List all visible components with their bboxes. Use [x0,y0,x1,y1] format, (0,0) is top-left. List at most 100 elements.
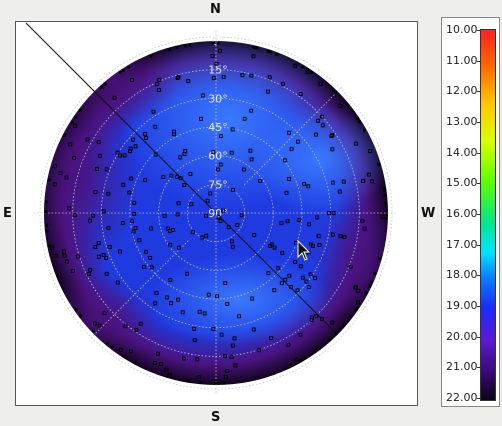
rim-sample-point [44,200,48,204]
west-label: W [421,206,436,221]
altitude-label: 30° [208,92,228,105]
colorbar-tick-label: 16.00 [446,207,478,220]
rim-sample-point [310,70,314,74]
altitude-label: 90° [208,207,228,220]
rim-sample-point [334,331,338,335]
dark-region-northeast [44,41,180,130]
rim-sample-point [254,376,258,380]
rim-sample-point [362,128,366,132]
rim-sample-point [74,308,78,312]
rim-sample-point [369,280,373,284]
rim-sample-point [47,178,51,182]
south-label: S [211,410,221,425]
rim-sample-point [47,244,51,248]
rim-sample-point [368,284,372,288]
rim-sample-point [252,45,256,49]
rim-sample-point [354,308,358,312]
rim-sample-point [127,65,131,69]
colorbar-tick-mark [477,91,481,93]
rim-sample-point [222,381,226,385]
rim-sample-point [187,379,191,383]
rim-sample-point [91,329,95,333]
rim-sample-point [216,41,220,45]
rim-sample-point [183,44,187,48]
rim-sample-point [298,359,302,363]
rim-sample-point [272,371,276,375]
rim-sample-point [338,327,342,331]
sky-brightness-plot: 0°15°30°45°60°75°90° [25,22,398,395]
colorbar-tick-mark [477,398,481,399]
rim-sample-point [275,52,279,56]
altitude-label: 0° [212,35,225,48]
east-label: E [3,206,12,221]
rim-sample-point [167,48,171,52]
north-label: N [210,2,221,17]
rim-sample-point [269,50,273,54]
rim-sample-point [123,355,127,359]
rim-sample-point [289,363,293,367]
rim-sample-point [183,378,187,382]
colorbar-tick-label: 22.00 [446,391,478,404]
colorbar-tick-mark [477,122,481,123]
rim-sample-point [110,345,114,349]
dark-region-southwest [310,200,388,320]
rim-sample-point [317,346,321,350]
rim-sample-point [373,271,377,275]
colorbar [480,29,496,401]
colorbar-tick-mark [477,214,481,215]
rim-sample-point [327,338,331,342]
colorbar-tick-label: 12.00 [446,84,478,98]
rim-sample-point [378,257,382,261]
colorbar-tick-label: 10.00 [446,23,478,36]
rim-sample-point [63,133,67,137]
colorbar-tick-mark [477,306,481,307]
rim-sample-point [70,120,74,124]
rim-sample-point [348,315,352,319]
colorbar-tick-label: 21.00 [446,360,478,374]
rim-sample-point [384,216,388,220]
rim-sample-point [103,82,107,86]
rim-sample-point [134,361,138,365]
colorbar-tick-label: 11.00 [446,53,478,67]
rim-sample-point [255,46,259,50]
rim-sample-point [79,314,83,318]
colorbar-tick-mark [477,336,481,338]
rim-sample-point [211,41,215,45]
rim-sample-point [216,381,220,385]
colorbar-tick-mark [477,367,481,369]
rim-sample-point [384,202,388,206]
rim-sample-point [78,108,82,112]
rim-sample-point [118,70,122,74]
colorbar-tick-label: 13.00 [446,115,478,128]
rim-sample-point [213,381,217,385]
rim-sample-point [377,162,381,166]
rim-sample-point [301,65,305,69]
rim-sample-point [44,223,48,227]
colorbar-tick-label: 19.00 [446,299,478,312]
colorbar-tick-label: 14.00 [446,145,478,159]
rim-sample-point [45,229,49,233]
colorbar-tick-label: 15.00 [446,176,478,190]
altitude-label: 45° [208,121,228,134]
colorbar-tick-mark [477,275,481,277]
rim-sample-point [149,54,153,58]
colorbar-tick-label: 17.00 [446,237,478,251]
rim-sample-point [105,342,109,346]
colorbar-tick-mark [477,30,481,31]
rim-sample-point [73,115,77,119]
altitude-label: 60° [208,150,228,163]
colorbar-tick-mark [477,152,481,154]
rim-sample-point [382,187,386,191]
rim-sample-point [304,355,308,359]
colorbar-tick-mark [477,183,481,185]
rim-sample-point [334,90,338,94]
rim-sample-point [198,380,202,384]
rim-sample-point [383,194,387,198]
colorbar-tick-mark [477,244,481,246]
rim-sample-point [342,323,346,327]
rim-sample-point [56,273,60,277]
colorbar-tick-mark [477,60,481,62]
rim-sample-point [44,210,48,214]
rim-sample-point [355,117,359,121]
rim-sample-point [175,46,179,50]
